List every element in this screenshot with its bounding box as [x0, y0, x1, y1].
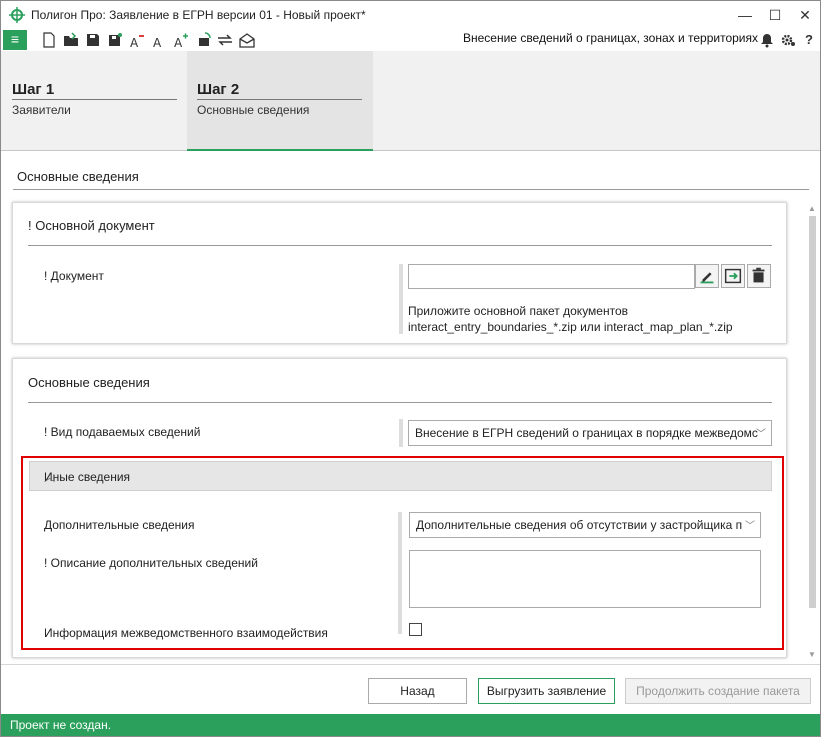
main-menu-button[interactable]: ≡ [3, 30, 27, 50]
chevron-down-icon: ﹀ [756, 429, 766, 440]
main-content: Основные сведения ! Основной документ ! … [1, 152, 820, 664]
kind-select-value: Внесение в ЕГРН сведений о границах в по… [415, 426, 758, 440]
edit-document-button[interactable] [695, 264, 719, 288]
document-card-divider [28, 245, 772, 246]
save-as-icon[interactable] [107, 32, 123, 48]
continue-button[interactable]: Продолжить создание пакета [625, 678, 811, 704]
additional-info-select-value: Дополнительные сведения об отсутствии у … [416, 518, 743, 532]
chevron-down-icon: ﹀ [745, 521, 755, 532]
scroll-down-icon[interactable]: ▼ [808, 650, 816, 659]
section-title: Основные сведения [17, 169, 139, 184]
update-icon[interactable] [197, 32, 213, 48]
info-card-divider [28, 402, 772, 403]
field-separator [399, 264, 403, 334]
svg-text:A: A [174, 36, 183, 48]
attach-document-button[interactable] [721, 264, 745, 288]
interagency-checkbox[interactable] [409, 623, 422, 636]
minimize-button[interactable]: — [733, 5, 757, 25]
title-bar: Полигон Про: Заявление в ЕГРН версии 01 … [1, 1, 820, 30]
mail-icon[interactable] [239, 32, 255, 48]
trash-icon [752, 267, 765, 283]
context-title: Внесение сведений о границах, зонах и те… [463, 31, 758, 45]
description-textarea[interactable] [409, 550, 761, 608]
window-title: Полигон Про: Заявление в ЕГРН версии 01 … [31, 8, 366, 22]
document-hint-line-2: interact_entry_boundaries_*.zip или inte… [408, 320, 733, 334]
vertical-scrollbar[interactable]: ▲ ▼ [806, 202, 819, 662]
section-divider [13, 189, 809, 190]
kind-label: ! Вид подаваемых сведений [44, 425, 201, 439]
svg-text:A: A [153, 36, 162, 48]
open-folder-icon[interactable] [63, 32, 79, 48]
step-1-label: Заявители [12, 103, 71, 117]
other-info-highlight: Иные сведения ︿ Дополнительные сведения … [21, 456, 784, 650]
scrollbar-thumb[interactable] [809, 216, 816, 608]
chevron-up-icon[interactable]: ︿ [44, 469, 759, 485]
steps-bar: Шаг 1 Заявители Шаг 2 Основные сведения [1, 51, 820, 151]
application-window: Полигон Про: Заявление в ЕГРН версии 01 … [0, 0, 821, 737]
bell-icon[interactable] [759, 32, 775, 48]
additional-info-label: Дополнительные сведения [44, 518, 195, 532]
export-button[interactable]: Выгрузить заявление [478, 678, 615, 704]
field-separator [398, 512, 402, 634]
font-decrease-icon[interactable]: A [129, 32, 145, 48]
gear-icon[interactable] [780, 32, 796, 48]
status-bar: Проект не создан. [1, 714, 820, 736]
help-icon[interactable]: ? [801, 32, 817, 48]
document-card: ! Основной документ ! Документ Приложите… [12, 202, 787, 344]
description-label: ! Описание дополнительных сведений [44, 556, 258, 570]
close-button[interactable]: ✕ [793, 5, 817, 25]
step-2-label: Основные сведения [197, 103, 310, 117]
status-text: Проект не создан. [10, 718, 112, 732]
import-icon [724, 268, 742, 284]
back-button[interactable]: Назад [368, 678, 467, 704]
document-label: ! Документ [44, 269, 104, 283]
other-info-header[interactable]: Иные сведения ︿ [29, 461, 772, 491]
document-card-title: ! Основной документ [28, 218, 155, 233]
font-increase-icon[interactable]: A [173, 32, 189, 48]
document-hint-line-1: Приложите основной пакет документов [408, 304, 629, 318]
step-1-tab[interactable]: Шаг 1 Заявители [1, 51, 187, 151]
app-logo-icon [9, 7, 25, 23]
toolbar: ≡ A A A Внесение сведений о границах, зо… [1, 30, 820, 51]
step-2-number: Шаг 2 [197, 81, 362, 100]
info-card-title: Основные сведения [28, 375, 150, 390]
step-2-tab[interactable]: Шаг 2 Основные сведения [187, 51, 373, 151]
transfer-icon[interactable] [217, 32, 233, 48]
maximize-button[interactable]: ☐ [763, 5, 787, 25]
svg-text:A: A [130, 36, 139, 48]
new-file-icon[interactable] [41, 32, 57, 48]
kind-select[interactable]: Внесение в ЕГРН сведений о границах в по… [408, 420, 772, 446]
footer-bar: Назад Выгрузить заявление Продолжить соз… [1, 664, 820, 714]
field-separator [399, 419, 403, 447]
delete-document-button[interactable] [747, 264, 771, 288]
font-normal-icon[interactable]: A [151, 32, 167, 48]
save-icon[interactable] [85, 32, 101, 48]
document-input[interactable] [408, 264, 695, 289]
additional-info-select[interactable]: Дополнительные сведения об отсутствии у … [409, 512, 761, 538]
pencil-icon [700, 272, 714, 284]
interagency-label: Информация межведомственного взаимодейст… [44, 626, 328, 640]
scroll-up-icon[interactable]: ▲ [808, 204, 816, 213]
step-1-number: Шаг 1 [12, 81, 177, 100]
